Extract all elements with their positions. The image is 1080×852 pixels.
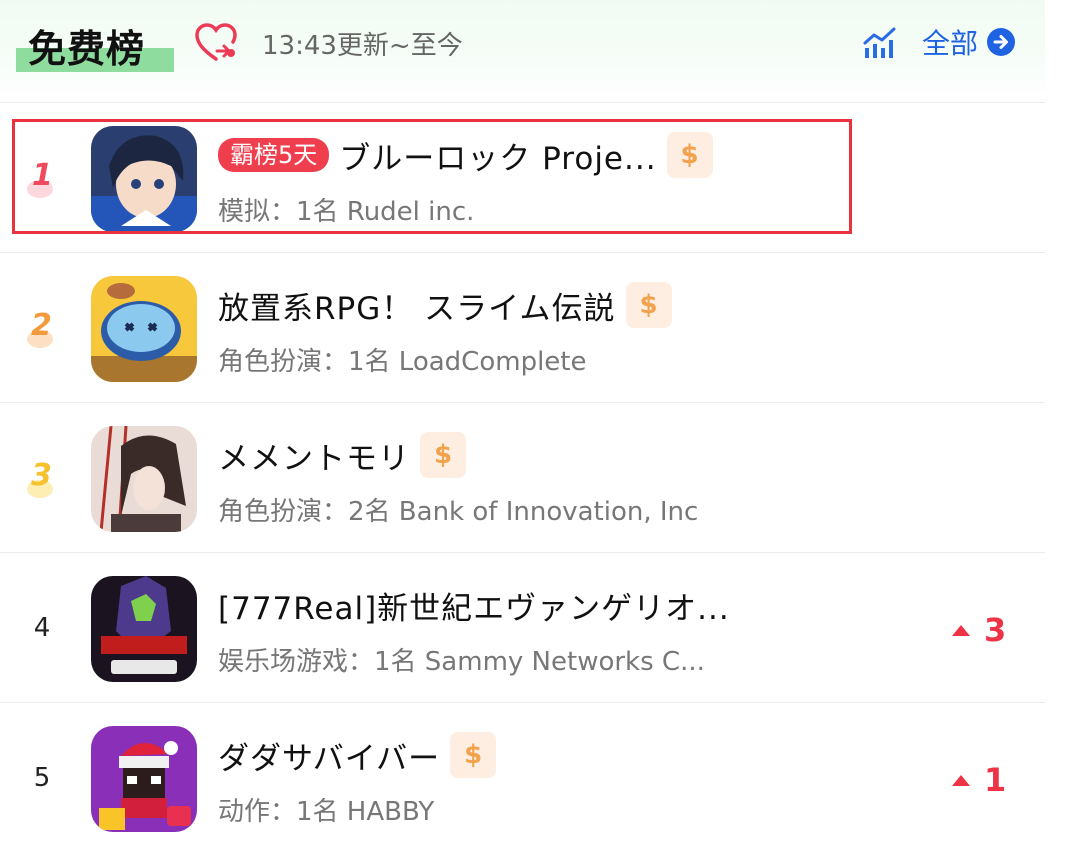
paid-dollar-icon: $	[450, 732, 497, 778]
rank-3-medal-icon: 3	[27, 458, 53, 498]
trend-chart-icon[interactable]	[862, 26, 898, 60]
app-icon-survivor	[91, 726, 197, 832]
app-title-line: 放置系RPG！ スライム伝説 $	[218, 282, 672, 328]
view-all-link[interactable]: 全部	[922, 22, 1016, 62]
heart-icon[interactable]	[193, 22, 239, 64]
rank-change-value: 1	[984, 761, 1007, 799]
ranking-header: 免费榜 13:43更新~至今 全部	[0, 0, 1045, 100]
list-item[interactable]: 4 [777Real]新世紀エヴァンゲリオ... 娱乐场游戏：1名 Sammy …	[0, 552, 1045, 702]
app-icon-evangelion-777	[91, 576, 197, 682]
rank-2-medal-icon: 2	[27, 308, 53, 348]
rank-number: 2	[31, 308, 52, 343]
app-meta: 娱乐场游戏：1名 Sammy Networks C...	[218, 647, 705, 677]
app-title-line: メメントモリ $	[218, 432, 466, 478]
list-item[interactable]: 2 放置系RPG！ スライム伝説 $ 角色扮演：1名 LoadComplete	[0, 252, 1045, 402]
app-name[interactable]: 放置系RPG！ スライム伝説	[218, 283, 616, 328]
app-icon[interactable]	[91, 276, 197, 382]
free-ranking-panel: 免费榜 13:43更新~至今 全部 1 霸榜5天 ブルーロック Proje...…	[0, 0, 1045, 849]
app-icon-memento-mori	[91, 426, 197, 532]
triangle-up-icon	[952, 774, 970, 786]
arrow-right-circle-icon	[987, 28, 1016, 56]
app-meta: 角色扮演：1名 LoadComplete	[218, 347, 587, 377]
update-time-text: 13:43更新~至今	[262, 31, 463, 61]
list-item[interactable]: 3 メメントモリ $ 角色扮演：2名 Bank of Innovation, I…	[0, 402, 1045, 552]
app-meta: 角色扮演：2名 Bank of Innovation, Inc	[218, 497, 699, 527]
app-title-line: ダダサバイバー $	[218, 732, 497, 778]
rank-number: 4	[33, 613, 51, 643]
page-title-text: 免费榜	[28, 27, 146, 71]
triangle-up-icon	[952, 624, 970, 636]
rank-number: 3	[31, 458, 52, 493]
app-icon-slime	[91, 276, 197, 382]
app-name[interactable]: ダダサバイバー	[218, 733, 440, 778]
selected-row-highlight	[12, 119, 852, 234]
rank-change-up: 1	[952, 761, 1006, 799]
page-title: 免费榜	[16, 18, 176, 74]
rank-change-value: 3	[984, 611, 1007, 649]
rank-number: 5	[33, 763, 51, 793]
view-all-label: 全部	[922, 27, 979, 60]
paid-dollar-icon: $	[420, 432, 466, 478]
rank-change-up: 3	[952, 611, 1006, 649]
app-meta: 动作：1名 HABBY	[218, 797, 435, 827]
app-icon[interactable]	[91, 426, 197, 532]
app-icon[interactable]	[91, 726, 197, 832]
app-icon[interactable]	[91, 576, 197, 682]
app-name[interactable]: [777Real]新世紀エヴァンゲリオ...	[218, 583, 730, 628]
list-item[interactable]: 5 ダダサバイバー $ 动作：1名 HABBY 1	[0, 702, 1045, 852]
app-title-line: [777Real]新世紀エヴァンゲリオ...	[218, 583, 730, 627]
paid-dollar-icon: $	[625, 282, 672, 328]
app-name[interactable]: メメントモリ	[218, 433, 410, 478]
